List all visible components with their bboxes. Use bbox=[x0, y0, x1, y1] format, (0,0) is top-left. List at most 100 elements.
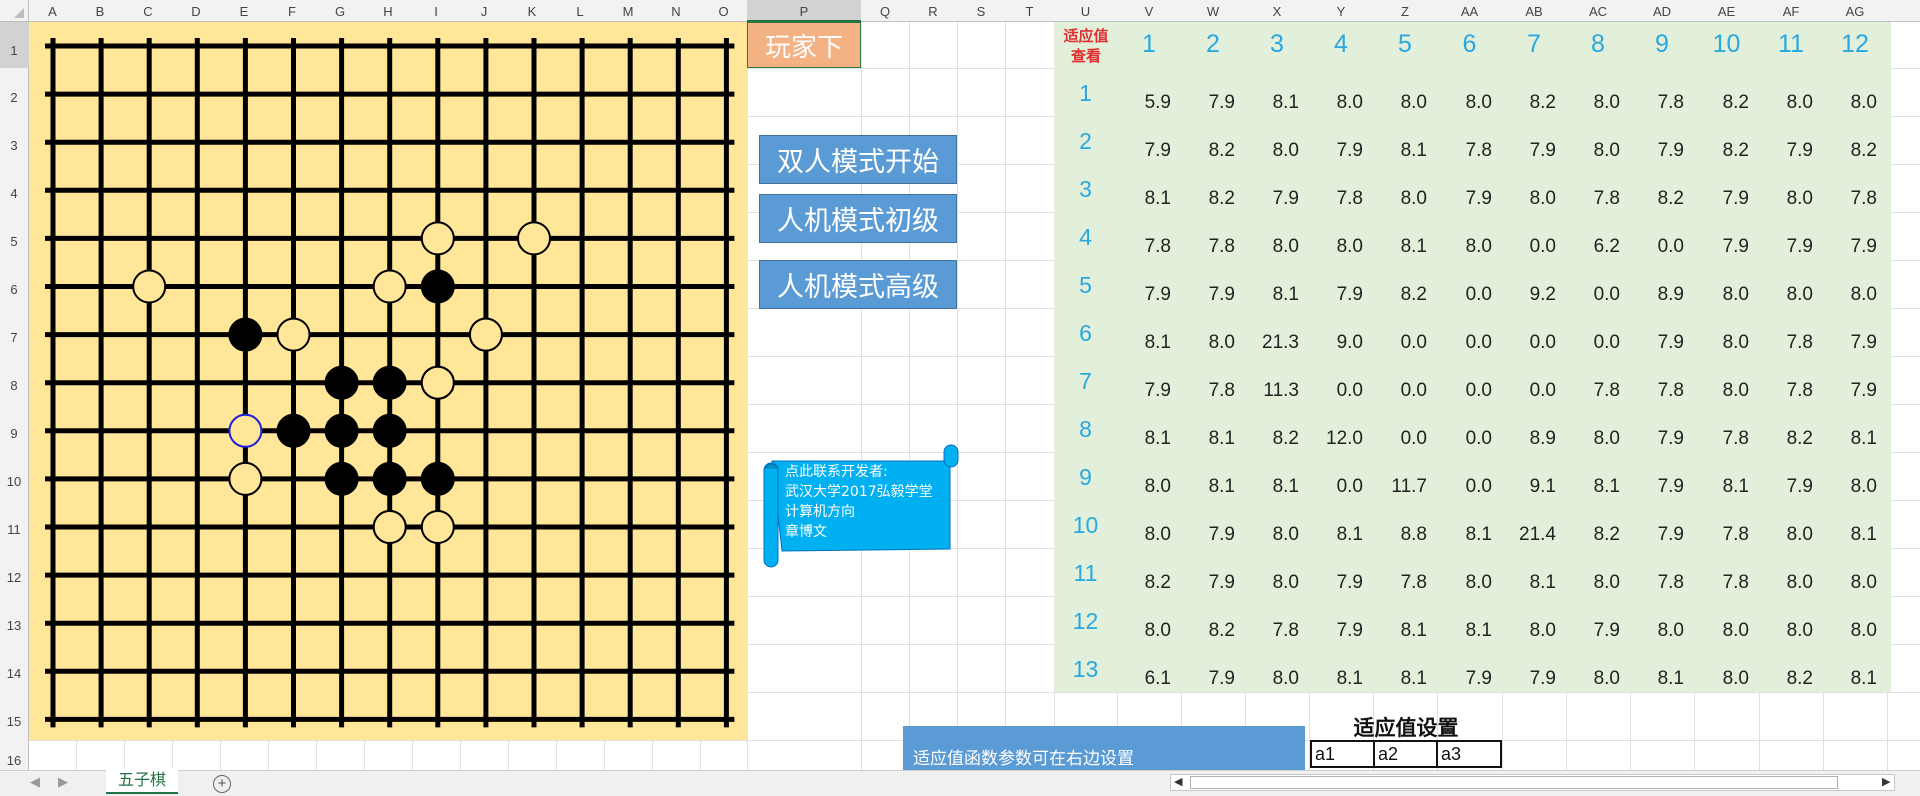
fitness-value-cell[interactable]: 8.1 bbox=[1823, 668, 1877, 690]
fitness-value-cell[interactable]: 8.0 bbox=[1245, 524, 1299, 546]
fitness-value-cell[interactable]: 0.0 bbox=[1566, 284, 1620, 306]
row-header[interactable]: 15 bbox=[7, 714, 21, 729]
row-header[interactable]: 3 bbox=[10, 138, 17, 153]
black-stone[interactable] bbox=[372, 413, 407, 448]
contact-note-text[interactable]: 点此联系开发者: 武汉大学2017弘毅学堂 计算机方向 章博文 bbox=[785, 462, 955, 542]
fitness-value-cell[interactable]: 8.1 bbox=[1823, 428, 1877, 450]
white-stone[interactable] bbox=[372, 510, 407, 544]
fitness-value-cell[interactable]: 7.9 bbox=[1630, 140, 1684, 162]
fitness-value-cell[interactable]: 21.4 bbox=[1502, 524, 1556, 546]
black-stone[interactable] bbox=[276, 413, 311, 448]
sheet-tab-gomoku[interactable]: 五子棋 bbox=[106, 769, 178, 794]
fitness-value-cell[interactable]: 8.1 bbox=[1245, 476, 1299, 498]
fitness-value-cell[interactable]: 0.0 bbox=[1437, 476, 1492, 498]
fitness-value-cell[interactable]: 8.0 bbox=[1502, 620, 1556, 642]
fitness-value-cell[interactable]: 7.9 bbox=[1694, 236, 1749, 258]
fitness-value-cell[interactable]: 7.8 bbox=[1759, 332, 1813, 354]
fitness-value-cell[interactable]: 7.9 bbox=[1502, 140, 1556, 162]
horizontal-scrollbar-thumb[interactable] bbox=[1190, 776, 1838, 789]
next-sheet-icon[interactable]: ▶ bbox=[58, 774, 68, 790]
fitness-value-cell[interactable]: 0.0 bbox=[1437, 380, 1492, 402]
fitness-value-cell[interactable]: 8.0 bbox=[1823, 620, 1877, 642]
param-a2-cell[interactable]: a2 bbox=[1373, 740, 1438, 768]
fitness-value-cell[interactable]: 6.1 bbox=[1117, 668, 1171, 690]
column-header[interactable]: N bbox=[671, 4, 680, 19]
row-header[interactable]: 11 bbox=[7, 522, 21, 537]
fitness-value-cell[interactable]: 8.1 bbox=[1373, 140, 1427, 162]
column-header[interactable]: AB bbox=[1525, 4, 1542, 19]
fitness-value-cell[interactable]: 8.0 bbox=[1694, 620, 1749, 642]
row-header[interactable]: 2 bbox=[10, 90, 17, 105]
fitness-value-cell[interactable]: 7.9 bbox=[1309, 284, 1363, 306]
fitness-value-cell[interactable]: 7.8 bbox=[1245, 620, 1299, 642]
column-header[interactable]: AD bbox=[1653, 4, 1671, 19]
fitness-value-cell[interactable]: 7.9 bbox=[1823, 380, 1877, 402]
scroll-right-icon[interactable]: ▶ bbox=[1882, 775, 1890, 788]
fitness-value-cell[interactable]: 0.0 bbox=[1566, 332, 1620, 354]
fitness-value-cell[interactable]: 0.0 bbox=[1437, 284, 1492, 306]
fitness-value-cell[interactable]: 8.1 bbox=[1502, 572, 1556, 594]
fitness-value-cell[interactable]: 7.9 bbox=[1630, 476, 1684, 498]
column-header[interactable]: H bbox=[383, 4, 392, 19]
fitness-value-cell[interactable]: 8.2 bbox=[1566, 524, 1620, 546]
row-header[interactable]: 1 bbox=[10, 43, 17, 58]
fitness-value-cell[interactable]: 0.0 bbox=[1309, 476, 1363, 498]
fitness-value-cell[interactable]: 7.8 bbox=[1566, 380, 1620, 402]
player-turn-indicator[interactable]: 玩家下 bbox=[747, 22, 861, 68]
column-header[interactable]: AC bbox=[1589, 4, 1607, 19]
fitness-value-cell[interactable]: 8.1 bbox=[1437, 620, 1492, 642]
white-stone[interactable] bbox=[468, 317, 503, 352]
fitness-value-cell[interactable]: 8.0 bbox=[1630, 620, 1684, 642]
white-stone[interactable] bbox=[420, 510, 455, 544]
fitness-value-cell[interactable]: 8.2 bbox=[1117, 572, 1171, 594]
fitness-value-cell[interactable]: 8.1 bbox=[1117, 188, 1171, 210]
fitness-value-cell[interactable]: 8.0 bbox=[1245, 572, 1299, 594]
fitness-value-cell[interactable]: 8.0 bbox=[1759, 284, 1813, 306]
fitness-value-cell[interactable]: 0.0 bbox=[1309, 380, 1363, 402]
white-stone[interactable] bbox=[372, 269, 407, 304]
fitness-value-cell[interactable]: 8.2 bbox=[1373, 284, 1427, 306]
fitness-value-cell[interactable]: 7.9 bbox=[1759, 236, 1813, 258]
black-stone[interactable] bbox=[324, 365, 359, 400]
fitness-value-cell[interactable]: 8.2 bbox=[1502, 92, 1556, 114]
column-header[interactable]: Q bbox=[880, 4, 890, 19]
fitness-value-cell[interactable]: 8.2 bbox=[1181, 188, 1235, 210]
column-header[interactable]: G bbox=[335, 4, 345, 19]
fitness-value-cell[interactable]: 7.9 bbox=[1117, 380, 1171, 402]
fitness-value-cell[interactable]: 7.9 bbox=[1117, 284, 1171, 306]
row-header[interactable]: 9 bbox=[10, 426, 17, 441]
white-stone[interactable] bbox=[276, 317, 311, 352]
fitness-value-cell[interactable]: 0.0 bbox=[1630, 236, 1684, 258]
fitness-value-cell[interactable]: 8.0 bbox=[1437, 92, 1492, 114]
fitness-value-cell[interactable]: 8.9 bbox=[1502, 428, 1556, 450]
fitness-value-cell[interactable]: 8.0 bbox=[1309, 236, 1363, 258]
column-header[interactable]: AG bbox=[1846, 4, 1865, 19]
fitness-value-cell[interactable]: 8.1 bbox=[1630, 668, 1684, 690]
white-stone[interactable] bbox=[420, 365, 455, 400]
fitness-value-cell[interactable]: 7.9 bbox=[1309, 620, 1363, 642]
column-header[interactable]: M bbox=[623, 4, 634, 19]
column-header[interactable]: C bbox=[143, 4, 152, 19]
fitness-value-cell[interactable]: 8.1 bbox=[1181, 476, 1235, 498]
fitness-value-cell[interactable]: 7.9 bbox=[1759, 476, 1813, 498]
fitness-value-cell[interactable]: 8.0 bbox=[1117, 524, 1171, 546]
fitness-value-cell[interactable]: 8.1 bbox=[1245, 92, 1299, 114]
column-header[interactable]: E bbox=[240, 4, 249, 19]
fitness-value-cell[interactable]: 11.7 bbox=[1373, 476, 1427, 498]
fitness-value-cell[interactable]: 8.1 bbox=[1181, 428, 1235, 450]
fitness-value-cell[interactable]: 7.8 bbox=[1694, 524, 1749, 546]
black-stone[interactable] bbox=[420, 269, 455, 304]
fitness-value-cell[interactable]: 8.0 bbox=[1245, 140, 1299, 162]
fitness-value-cell[interactable]: 7.9 bbox=[1181, 524, 1235, 546]
fitness-value-cell[interactable]: 8.0 bbox=[1373, 92, 1427, 114]
fitness-value-cell[interactable]: 0.0 bbox=[1373, 332, 1427, 354]
white-stone[interactable] bbox=[420, 221, 455, 256]
fitness-value-cell[interactable]: 0.0 bbox=[1373, 380, 1427, 402]
fitness-value-cell[interactable]: 8.0 bbox=[1245, 668, 1299, 690]
column-header[interactable]: Y bbox=[1337, 4, 1346, 19]
white-stone[interactable] bbox=[517, 221, 551, 256]
fitness-value-cell[interactable]: 8.2 bbox=[1630, 188, 1684, 210]
column-header[interactable]: F bbox=[288, 4, 296, 19]
fitness-value-cell[interactable]: 7.8 bbox=[1759, 380, 1813, 402]
fitness-value-cell[interactable]: 8.0 bbox=[1181, 332, 1235, 354]
